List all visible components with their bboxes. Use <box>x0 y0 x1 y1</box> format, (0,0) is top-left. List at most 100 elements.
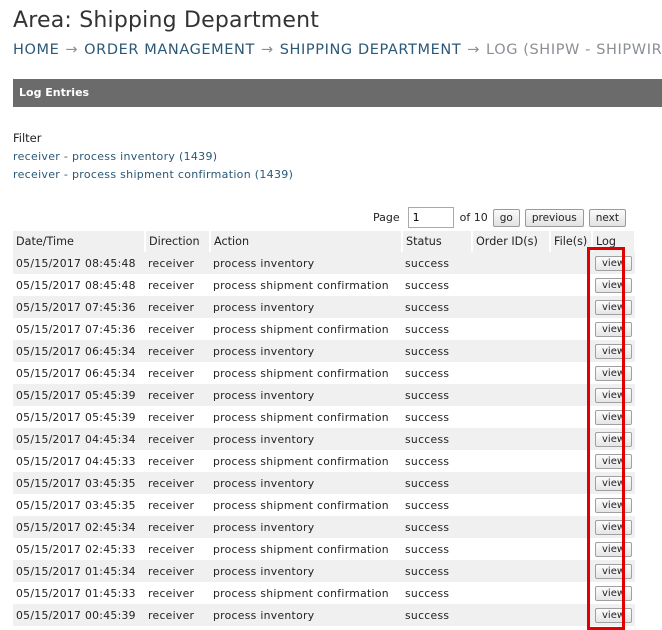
view-log-button[interactable]: view <box>595 431 633 447</box>
cell-direction: receiver <box>145 252 210 274</box>
view-log-button[interactable]: view <box>595 563 633 579</box>
view-log-button[interactable]: view <box>595 475 633 491</box>
cell-action: process inventory <box>210 252 402 274</box>
go-button[interactable]: go <box>492 208 520 227</box>
pager-label: Page <box>372 211 400 224</box>
cell-datetime: 05/15/2017 07:45:36 <box>13 296 145 318</box>
cell-action: process inventory <box>210 296 402 318</box>
cell-files <box>550 450 592 472</box>
column-header-files: File(s) <box>550 231 593 252</box>
cell-status: success <box>402 428 472 450</box>
table-row: 05/15/2017 04:45:33 receiver process shipm… <box>13 450 635 472</box>
page-number-input[interactable] <box>407 207 454 228</box>
cell-files <box>550 318 592 340</box>
cell-status: success <box>405 410 450 424</box>
cell-action: process inventory <box>210 560 402 582</box>
cell-direction: receiver <box>145 516 210 538</box>
filter-link-process-inventory[interactable]: receiver - process inventory (1439) <box>13 150 217 163</box>
cell-files <box>550 494 592 516</box>
table-row: 05/15/2017 06:45:34 receiver process shipm… <box>13 362 635 384</box>
cell-status: success <box>405 498 450 512</box>
cell-status: success <box>405 586 450 600</box>
breadcrumb-home-link[interactable]: HOME <box>13 42 59 58</box>
cell-files <box>550 538 592 560</box>
cell-order-ids <box>472 296 550 318</box>
breadcrumb-arrow-icon: → <box>467 42 481 58</box>
view-log-button[interactable]: view <box>595 343 633 359</box>
view-log-button[interactable]: view <box>595 409 633 425</box>
cell-log: view <box>592 516 636 538</box>
breadcrumb-order-management-link[interactable]: ORDER MANAGEMENT <box>84 42 255 58</box>
view-log-button[interactable]: view <box>595 585 633 601</box>
cell-datetime: 05/15/2017 02:45:34 <box>13 516 145 538</box>
cell-action: process shipment confirmation <box>213 410 389 424</box>
cell-log: view <box>592 582 635 604</box>
cell-action: process inventory <box>210 384 402 406</box>
filter-label: Filter <box>13 131 42 145</box>
view-log-button[interactable]: view <box>595 365 633 381</box>
cell-status: success <box>402 604 472 626</box>
cell-action: process inventory <box>210 428 402 450</box>
cell-datetime: 05/15/2017 06:45:34 <box>13 340 145 362</box>
cell-action: process shipment confirmation <box>213 322 389 336</box>
cell-datetime: 05/15/2017 06:45:34 <box>16 366 136 380</box>
cell-files <box>550 604 592 626</box>
table-row: 05/15/2017 06:45:34 receiver process inven… <box>13 340 636 362</box>
cell-files <box>550 582 592 604</box>
table-row: 05/15/2017 08:45:48 receiver process inven… <box>13 252 636 274</box>
view-log-button[interactable]: view <box>595 321 633 337</box>
cell-action: process inventory <box>210 472 402 494</box>
table-header-row: Date/Time Direction Action Status Order … <box>13 231 637 252</box>
breadcrumb-current: LOG (SHIPW - SHIPWIRE) <box>486 42 662 58</box>
cell-direction: receiver <box>145 560 210 582</box>
cell-log: view <box>592 472 636 494</box>
next-button[interactable]: next <box>588 208 626 227</box>
cell-action: process shipment confirmation <box>213 366 389 380</box>
breadcrumb-shipping-department-link[interactable]: SHIPPING DEPARTMENT <box>280 42 462 58</box>
cell-datetime: 05/15/2017 08:45:48 <box>13 252 145 274</box>
cell-log: view <box>592 362 635 384</box>
cell-order-ids <box>472 604 550 626</box>
cell-action: process inventory <box>210 516 402 538</box>
cell-direction: receiver <box>145 428 210 450</box>
column-header-datetime: Date/Time <box>13 231 146 252</box>
cell-order-ids <box>472 450 550 472</box>
table-row: 05/15/2017 01:45:34 receiver process inven… <box>13 560 636 582</box>
cell-order-ids <box>472 538 550 560</box>
cell-action: process shipment confirmation <box>213 498 389 512</box>
cell-action: process shipment confirmation <box>213 542 389 556</box>
view-log-button[interactable]: view <box>595 299 633 315</box>
cell-files <box>550 384 592 406</box>
cell-order-ids <box>472 428 550 450</box>
cell-action: process inventory <box>210 340 402 362</box>
cell-log: view <box>592 538 635 560</box>
cell-datetime: 05/15/2017 05:45:39 <box>16 410 136 424</box>
view-log-button[interactable]: view <box>595 541 633 557</box>
column-header-status: Status <box>402 231 473 252</box>
view-log-button[interactable]: view <box>595 497 633 513</box>
cell-log: view <box>592 428 636 450</box>
cell-direction: receiver <box>148 498 195 512</box>
cell-datetime: 05/15/2017 03:45:35 <box>16 498 136 512</box>
cell-status: success <box>402 252 472 274</box>
view-log-button[interactable]: view <box>595 277 633 293</box>
view-log-button[interactable]: view <box>595 519 633 535</box>
cell-files <box>550 560 592 582</box>
column-header-order-ids: Order ID(s) <box>472 231 551 252</box>
cell-order-ids <box>472 406 550 428</box>
cell-datetime: 05/15/2017 01:45:34 <box>13 560 145 582</box>
filter-link-process-shipment-confirmation[interactable]: receiver - process shipment confirmation… <box>13 168 293 181</box>
previous-button[interactable]: previous <box>524 208 584 227</box>
cell-files <box>550 340 592 362</box>
log-table-body: 05/15/2017 08:45:48 receiver process inven… <box>13 252 636 626</box>
cell-files <box>550 252 592 274</box>
cell-status: success <box>405 322 450 336</box>
cell-files <box>550 362 592 384</box>
cell-order-ids <box>472 318 550 340</box>
view-log-button[interactable]: view <box>595 387 633 403</box>
view-log-button[interactable]: view <box>595 607 633 623</box>
cell-datetime: 05/15/2017 07:45:36 <box>16 322 136 336</box>
cell-log: view <box>592 406 635 428</box>
view-log-button[interactable]: view <box>595 255 633 271</box>
view-log-button[interactable]: view <box>595 453 633 469</box>
